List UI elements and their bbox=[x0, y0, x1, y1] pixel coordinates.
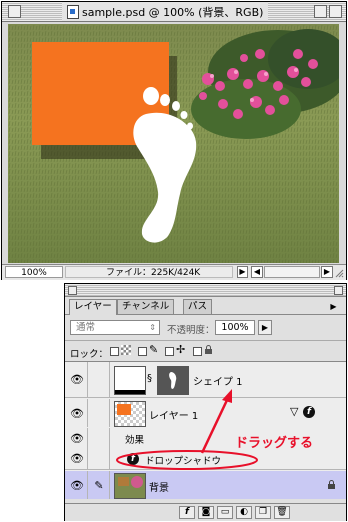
drag-arrow-head bbox=[222, 389, 232, 403]
drag-arrow-line bbox=[200, 397, 230, 454]
tab-layers[interactable]: レイヤー bbox=[69, 299, 117, 315]
highlight-ellipse bbox=[116, 450, 258, 470]
annotation-text: ドラッグする bbox=[235, 436, 314, 451]
tab-layers-label: レイヤー bbox=[74, 301, 112, 312]
